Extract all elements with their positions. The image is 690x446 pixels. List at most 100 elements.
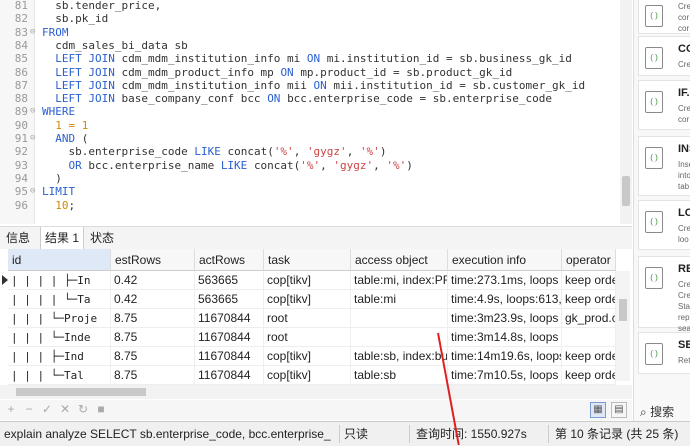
table-cell[interactable] bbox=[562, 328, 616, 347]
table-cell[interactable]: time:3m23.9s, loops bbox=[448, 309, 562, 328]
table-row[interactable]: | | | ├─Ind 8.75 11670844 cop[tikv] table:sb… bbox=[0, 347, 632, 366]
table-cell[interactable]: keep orde bbox=[562, 347, 616, 366]
table-row[interactable]: | | | | └─Ta 0.42 563665 cop[tikv] table:mi t… bbox=[0, 290, 632, 309]
snippet-card[interactable]: ( ) SEL Ret bbox=[638, 332, 690, 374]
table-cell[interactable]: time:3m14.8s, loops bbox=[448, 328, 562, 347]
grid-vertical-scrollbar[interactable] bbox=[616, 271, 630, 381]
snippet-description: cor bbox=[678, 24, 690, 33]
table-cell[interactable]: cop[tikv] bbox=[264, 271, 351, 290]
table-cell[interactable]: cop[tikv] bbox=[264, 290, 351, 309]
column-header-id[interactable]: id bbox=[8, 249, 111, 271]
snippet-panel: ( ) Cre cor cor ( ) CO Cre ( ) IF. Cre cor ( ) INS In… bbox=[633, 0, 690, 421]
table-cell[interactable]: 8.75 bbox=[111, 347, 195, 366]
stop-button[interactable]: ■ bbox=[94, 402, 108, 416]
table-cell[interactable]: 563665 bbox=[195, 271, 264, 290]
table-cell[interactable]: 0.42 bbox=[111, 271, 195, 290]
table-cell[interactable]: 8.75 bbox=[111, 328, 195, 347]
grid-view-icon[interactable]: ▦ bbox=[590, 402, 606, 418]
table-cell[interactable]: 8.75 bbox=[111, 366, 195, 385]
snippet-file-icon: ( ) bbox=[645, 5, 663, 27]
fold-toggle-icon[interactable]: ⊖ bbox=[30, 104, 36, 119]
line-number: 96 bbox=[14, 198, 28, 212]
table-cell[interactable]: | | | ├─Ind bbox=[8, 347, 111, 366]
table-cell[interactable]: keep orde bbox=[562, 290, 616, 309]
snippet-title: SEL bbox=[678, 339, 690, 351]
table-cell[interactable]: gk_prod.c bbox=[562, 309, 616, 328]
grid-hscroll-thumb[interactable] bbox=[16, 388, 146, 396]
table-cell[interactable]: | | | | └─Ta bbox=[8, 290, 111, 309]
table-cell[interactable]: 11670844 bbox=[195, 347, 264, 366]
snippet-file-icon: ( ) bbox=[645, 343, 663, 365]
grid-scroll-thumb[interactable] bbox=[619, 299, 627, 321]
table-cell[interactable]: cop[tikv] bbox=[264, 347, 351, 366]
editor-vertical-scrollbar[interactable] bbox=[620, 0, 632, 224]
table-cell[interactable]: table:sb bbox=[351, 366, 448, 385]
fold-toggle-icon[interactable]: ⊖ bbox=[30, 25, 36, 40]
table-cell[interactable]: keep orde bbox=[562, 271, 616, 290]
table-cell[interactable] bbox=[351, 328, 448, 347]
table-cell[interactable]: keep orde bbox=[562, 366, 616, 385]
table-cell[interactable]: 8.75 bbox=[111, 309, 195, 328]
table-cell[interactable]: 563665 bbox=[195, 290, 264, 309]
table-cell[interactable]: root bbox=[264, 309, 351, 328]
fold-toggle-icon[interactable]: ⊖ bbox=[30, 184, 36, 199]
table-cell[interactable]: root bbox=[264, 328, 351, 347]
snippet-description: Cre bbox=[678, 280, 690, 289]
snippet-card[interactable]: ( ) Cre cor cor bbox=[638, 0, 690, 34]
snippet-title: REF bbox=[678, 263, 690, 275]
grid-horizontal-scrollbar[interactable] bbox=[0, 385, 632, 399]
table-cell[interactable]: | | | └─Tal bbox=[8, 366, 111, 385]
discard-changes-button[interactable]: ✕ bbox=[58, 402, 72, 416]
column-header-actrows[interactable]: actRows bbox=[195, 249, 264, 271]
snippet-title: LOO bbox=[678, 207, 690, 219]
table-cell[interactable] bbox=[351, 309, 448, 328]
delete-record-button[interactable]: − bbox=[22, 402, 36, 416]
tab-result-1[interactable]: 结果 1 bbox=[40, 227, 85, 249]
fold-toggle-icon[interactable]: ⊖ bbox=[30, 131, 36, 146]
table-cell[interactable]: 11670844 bbox=[195, 309, 264, 328]
snippet-search[interactable]: ⌕ 搜索 bbox=[640, 403, 674, 420]
snippet-card[interactable]: ( ) INS Inse into tab bbox=[638, 136, 690, 196]
table-cell[interactable]: cop[tikv] bbox=[264, 366, 351, 385]
table-cell[interactable]: table:mi, index:PR bbox=[351, 271, 448, 290]
table-cell[interactable]: time:273.1ms, loops bbox=[448, 271, 562, 290]
column-header-task[interactable]: task bbox=[264, 249, 351, 271]
table-cell[interactable]: | | | | ├─In bbox=[8, 271, 111, 290]
add-record-button[interactable]: + bbox=[4, 402, 18, 416]
table-row[interactable]: | | | └─Proje 8.75 11670844 root time:3m23.9… bbox=[0, 309, 632, 328]
table-cell[interactable]: 0.42 bbox=[111, 290, 195, 309]
snippet-description: Cre bbox=[678, 104, 690, 113]
snippet-title: IF. bbox=[678, 87, 690, 99]
table-row[interactable]: | | | └─Tal 8.75 11670844 cop[tikv] table:sb… bbox=[0, 366, 632, 385]
table-cell[interactable]: time:14m19.6s, loops bbox=[448, 347, 562, 366]
snippet-card[interactable]: ( ) CO Cre bbox=[638, 36, 690, 76]
editor-scroll-thumb[interactable] bbox=[622, 176, 630, 206]
tab-info[interactable]: 信息 bbox=[2, 227, 34, 249]
apply-changes-button[interactable]: ✓ bbox=[40, 402, 54, 416]
tab-status[interactable]: 状态 bbox=[86, 227, 118, 249]
result-tabs: 信息 结果 1 状态 bbox=[0, 226, 632, 250]
table-cell[interactable]: | | | └─Proje bbox=[8, 309, 111, 328]
form-view-icon[interactable]: ▤ bbox=[611, 402, 627, 418]
table-cell[interactable]: time:7m10.5s, loops bbox=[448, 366, 562, 385]
column-header-estrows[interactable]: estRows bbox=[111, 249, 195, 271]
table-row[interactable]: | | | └─Inde 8.75 11670844 root time:3m14.8s… bbox=[0, 328, 632, 347]
table-cell[interactable]: 11670844 bbox=[195, 366, 264, 385]
snippet-card[interactable]: ( ) LOO Cre loo bbox=[638, 200, 690, 250]
snippet-card[interactable]: ( )REFCreCreStatrepseaexp bbox=[638, 256, 690, 344]
sql-editor[interactable]: 81 sb.tender_price, 82 sb.pk_id 83 ⊖ FROM 84 … bbox=[0, 0, 632, 224]
table-cell[interactable]: table:mi bbox=[351, 290, 448, 309]
table-row[interactable]: | | | | ├─In 0.42 563665 cop[tikv] table:mi,… bbox=[0, 271, 632, 290]
table-cell[interactable]: | | | └─Inde bbox=[8, 328, 111, 347]
table-cell[interactable]: time:4.9s, loops:613, bbox=[448, 290, 562, 309]
result-grid[interactable]: id estRows actRows task access object ex… bbox=[0, 249, 632, 385]
snippet-card[interactable]: ( ) IF. Cre cor bbox=[638, 80, 690, 130]
column-header-execution-info[interactable]: execution info bbox=[448, 249, 562, 271]
column-header-operator[interactable]: operator bbox=[562, 249, 616, 271]
snippet-title: CO bbox=[678, 43, 690, 55]
search-label: 搜索 bbox=[650, 405, 675, 419]
refresh-button[interactable]: ↻ bbox=[76, 402, 90, 416]
column-header-access-object[interactable]: access object bbox=[351, 249, 448, 271]
table-cell[interactable]: table:sb, index:bu bbox=[351, 347, 448, 366]
table-cell[interactable]: 11670844 bbox=[195, 328, 264, 347]
